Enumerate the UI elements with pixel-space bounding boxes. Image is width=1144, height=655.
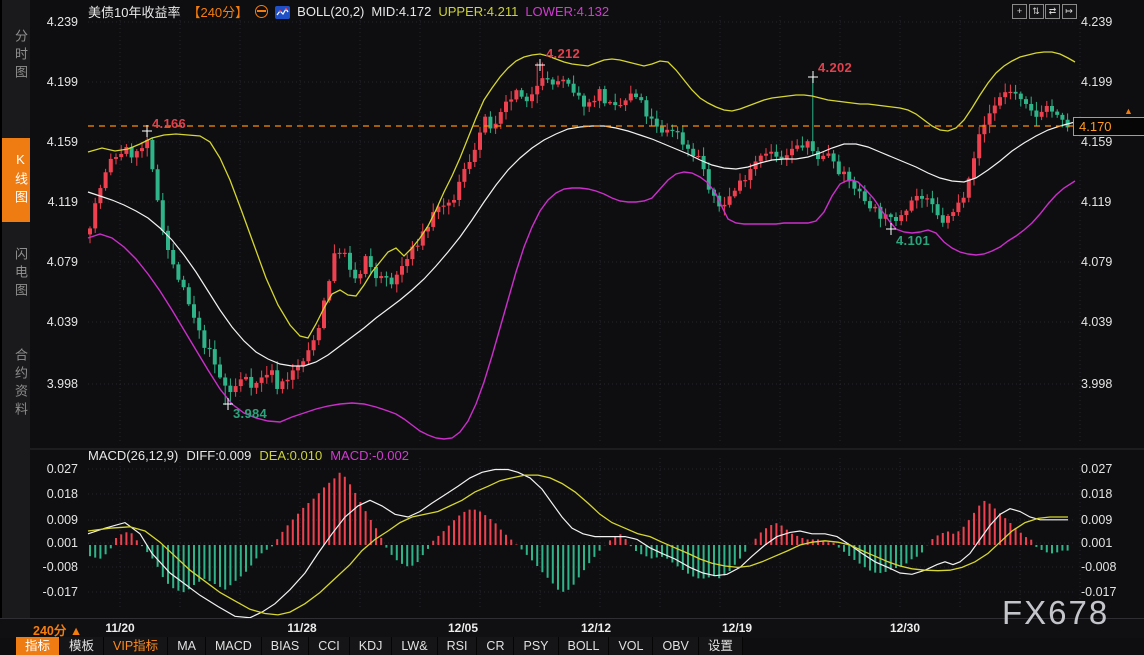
price-axis-label-right: 4.039 [1081, 316, 1112, 329]
toolbar-item-settings[interactable]: 设置 [699, 637, 743, 655]
sidebar-item-time-chart[interactable]: 分时图 [2, 12, 30, 100]
price-annotation: 4.101 [896, 233, 930, 248]
boll-lower-value: LOWER:4.132 [525, 4, 609, 19]
macd-hist-value: MACD:-0.002 [330, 448, 409, 463]
price-axis-label-right: 4.119 [1081, 196, 1111, 209]
price-axis-label-left: 3.998 [28, 378, 78, 391]
macd-diff-value: DIFF:0.009 [186, 448, 251, 463]
x-axis-date: 11/20 [105, 621, 134, 635]
chart-type-sidebar: 分时图 K线图闪电图合约资料 [0, 0, 30, 637]
price-axis-label-right: 4.199 [1081, 76, 1112, 89]
toolbar-item-bias[interactable]: BIAS [262, 637, 310, 655]
price-axis-label-left: 4.239 [28, 16, 78, 29]
price-axis-label-right: 4.239 [1081, 16, 1112, 29]
period-badge: 【240分】 [187, 2, 248, 21]
price-axis-label-left: 4.119 [28, 196, 78, 209]
sidebar-item-flash-chart[interactable]: 闪电图 [2, 232, 30, 316]
boll-label: BOLL(20,2) [297, 4, 364, 19]
price-up-arrow-icon: ▲ [1124, 106, 1133, 116]
price-axis-label-right: 4.159 [1081, 136, 1112, 149]
x-axis-date: 12/30 [890, 621, 920, 635]
macd-dea-value: DEA:0.010 [259, 448, 322, 463]
macd-axis-label-left: 0.018 [28, 488, 78, 501]
toolbar-item-boll[interactable]: BOLL [559, 637, 610, 655]
macd-axis-label-right: 0.027 [1081, 463, 1112, 476]
reset-axis-icon[interactable]: ↦ [1062, 4, 1077, 19]
macd-axis-label-left: -0.008 [28, 561, 78, 574]
macd-header: MACD(26,12,9) DIFF:0.009 DEA:0.010 MACD:… [88, 448, 409, 463]
toolbar-item-vip-indicator[interactable]: VIP指标 [104, 637, 168, 655]
boll-mid-value: MID:4.172 [371, 4, 431, 19]
macd-axis-label-right: 0.009 [1081, 514, 1112, 527]
macd-axis-label-left: 0.009 [28, 514, 78, 527]
price-annotation: 3.984 [233, 406, 267, 421]
toolbar-item-macd[interactable]: MACD [206, 637, 262, 655]
macd-axis-label-left: 0.027 [28, 463, 78, 476]
price-annotation: 4.212 [546, 46, 580, 61]
price-axis-label-right: 4.079 [1081, 256, 1112, 269]
toolbar-item-indicator[interactable]: 指标 [16, 637, 60, 655]
trading-app: 分时图 K线图闪电图合约资料 美债10年收益率 【240分】 BOLL(20,2)… [0, 0, 1144, 655]
toolbar-item-cci[interactable]: CCI [309, 637, 350, 655]
sidebar-item-kline-chart[interactable]: K线图 [2, 138, 30, 222]
chart-canvas[interactable] [0, 0, 1144, 655]
macd-axis-label-left: 0.001 [28, 537, 78, 550]
instrument-title: 美债10年收益率 [88, 2, 180, 21]
macd-axis-label-left: -0.017 [28, 586, 78, 599]
macd-label: MACD(26,12,9) [88, 448, 178, 463]
indicator-toolbar: 指标模板VIP指标MAMACDBIASCCIKDJLW&RSICRPSYBOLL… [16, 637, 743, 655]
price-axis-label-left: 4.159 [28, 136, 78, 149]
toolbar-item-rsi[interactable]: RSI [438, 637, 478, 655]
x-axis-date: 12/12 [581, 621, 611, 635]
price-axis-label-left: 4.079 [28, 256, 78, 269]
price-axis-label-left: 4.199 [28, 76, 78, 89]
sidebar-item-contract-info[interactable]: 合约资料 [2, 328, 30, 440]
toolbar-item-lwr[interactable]: LW& [392, 637, 437, 655]
current-price-box: 4.170 [1073, 117, 1144, 136]
toolbar-item-psy[interactable]: PSY [514, 637, 558, 655]
x-axis-date: 11/28 [287, 621, 316, 635]
y-axis-scale-icon[interactable]: ⇅ [1029, 4, 1044, 19]
price-axis-label-left: 4.039 [28, 316, 78, 329]
toolbar-item-ma[interactable]: MA [168, 637, 206, 655]
toolbar-item-vol[interactable]: VOL [609, 637, 653, 655]
watermark: FX678 [1002, 594, 1109, 632]
toolbar-item-template[interactable]: 模板 [60, 637, 104, 655]
x-axis-date: 12/05 [448, 621, 478, 635]
pan-icon[interactable]: + [1012, 4, 1027, 19]
chart-header: 美债10年收益率 【240分】 BOLL(20,2) MID:4.172 UPP… [88, 3, 609, 19]
period-up-arrow-icon: ▲ [70, 624, 82, 638]
boll-upper-value: UPPER:4.211 [438, 4, 518, 19]
indicator-chart-icon[interactable] [275, 6, 290, 19]
toolbar-item-cr[interactable]: CR [477, 637, 514, 655]
macd-axis-label-right: -0.008 [1081, 561, 1116, 574]
macd-axis-label-right: 0.001 [1081, 537, 1112, 550]
x-axis-row [0, 618, 1144, 638]
price-annotation: 4.166 [152, 116, 186, 131]
price-annotation: 4.202 [818, 60, 852, 75]
x-axis-date: 12/19 [722, 621, 752, 635]
x-axis-scale-icon[interactable]: ⇄ [1045, 4, 1060, 19]
toolbar-item-obv[interactable]: OBV [653, 637, 698, 655]
current-price-value: 4.170 [1079, 119, 1112, 134]
price-axis-label-right: 3.998 [1081, 378, 1112, 391]
macd-axis-label-right: 0.018 [1081, 488, 1112, 501]
toolbar-item-kdj[interactable]: KDJ [350, 637, 393, 655]
collapse-indicator-icon[interactable] [255, 5, 268, 18]
